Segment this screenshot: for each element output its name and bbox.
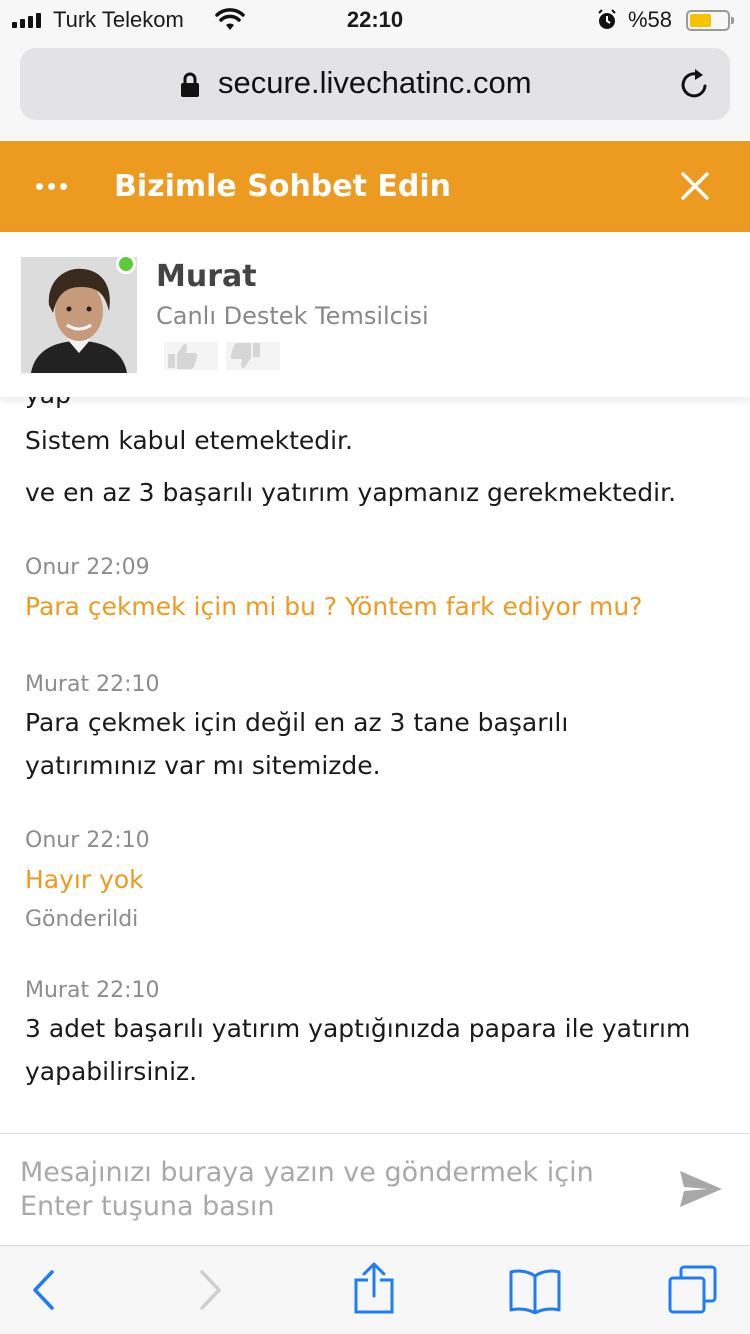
message-text: yapabilirsiniz. xyxy=(25,1057,198,1086)
message-meta: Onur 22:09 xyxy=(25,555,150,580)
battery-icon xyxy=(686,10,734,31)
tabs-icon[interactable] xyxy=(667,1264,719,1316)
status-bar: Turk Telekom 22:10 %58 xyxy=(0,0,750,40)
forward-icon[interactable] xyxy=(198,1268,224,1312)
agent-name: Murat xyxy=(156,259,257,294)
message-input[interactable] xyxy=(20,1156,660,1228)
chat-title: Bizimle Sohbet Edin xyxy=(114,169,452,204)
agent-role: Canlı Destek Temsilcisi xyxy=(156,302,429,330)
address-bar[interactable]: secure.livechatinc.com xyxy=(20,48,730,120)
url-text[interactable]: secure.livechatinc.com xyxy=(218,65,532,101)
message-meta: Onur 22:10 xyxy=(25,828,150,853)
share-icon[interactable] xyxy=(352,1262,396,1314)
message-meta: Murat 22:10 xyxy=(25,672,160,697)
rate-bad-button[interactable] xyxy=(226,342,280,370)
message-text: 3 adet başarılı yatırım yaptığınızda pap… xyxy=(25,1014,691,1043)
lock-icon xyxy=(181,72,199,97)
message-text: Para çekmek için değil en az 3 tane başa… xyxy=(25,708,569,737)
delivery-status: Gönderildi xyxy=(25,907,139,932)
browser-address-area: secure.livechatinc.com xyxy=(0,40,750,140)
chat-header: Bizimle Sohbet Edin xyxy=(0,141,750,232)
thumbs-up-icon xyxy=(168,343,198,369)
rate-good-button[interactable] xyxy=(164,342,218,370)
battery-percent: %58 xyxy=(628,7,673,32)
message-text: yatırımınız var mı sitemizde. xyxy=(25,751,381,780)
message-list[interactable]: yap Sistem kabul etemektedir. ve en az 3… xyxy=(0,397,750,1133)
avatar xyxy=(21,257,137,373)
message-composer xyxy=(0,1133,750,1245)
message-text-partial: yap xyxy=(25,397,71,416)
thumbs-down-icon xyxy=(230,343,260,369)
reload-icon[interactable] xyxy=(678,66,712,102)
back-icon[interactable] xyxy=(30,1268,56,1312)
message-meta: Murat 22:10 xyxy=(25,978,160,1003)
alarm-icon xyxy=(598,9,616,29)
agent-card: Murat Canlı Destek Temsilcisi xyxy=(0,232,750,397)
online-status-indicator xyxy=(116,254,136,274)
more-icon[interactable] xyxy=(36,183,67,190)
message-text: ve en az 3 başarılı yatırım yapmanız ger… xyxy=(25,478,677,507)
close-icon[interactable] xyxy=(680,171,710,201)
send-icon[interactable] xyxy=(678,1169,724,1209)
browser-toolbar xyxy=(0,1245,750,1334)
bookmarks-icon[interactable] xyxy=(508,1268,562,1314)
message-text: Hayır yok xyxy=(25,865,144,894)
message-text: Para çekmek için mi bu ? Yöntem fark edi… xyxy=(25,592,643,621)
message-text: Sistem kabul etemektedir. xyxy=(25,426,353,455)
